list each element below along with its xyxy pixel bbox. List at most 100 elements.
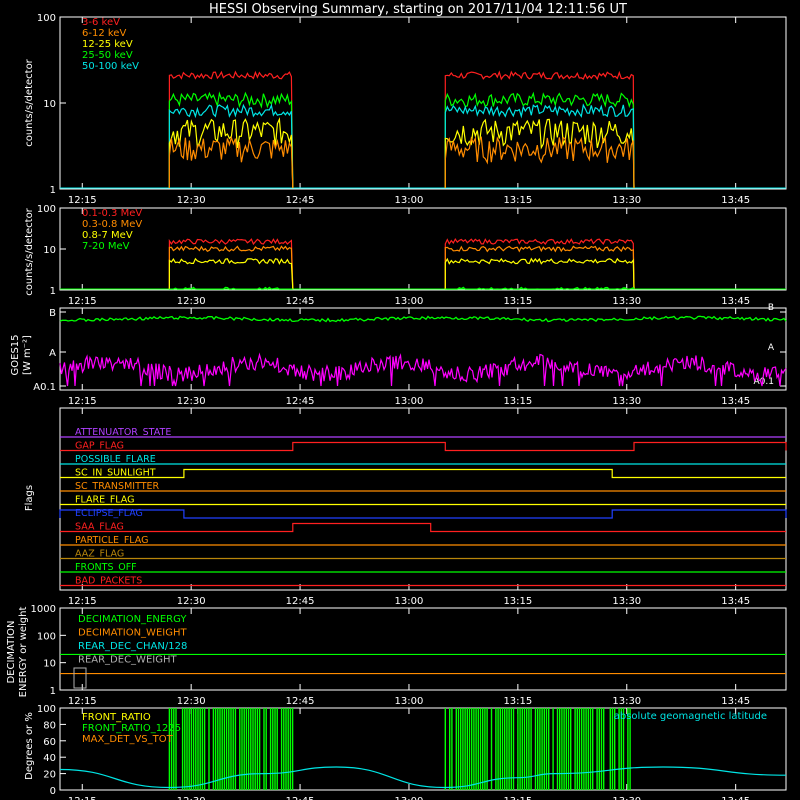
y-tick-label: 10 [43, 245, 56, 256]
series-line [168, 103, 294, 189]
x-tick-label: 13:00 [395, 195, 424, 206]
legend-entry: 0.1-0.3 MeV [82, 208, 142, 219]
x-tick-label: 13:00 [395, 296, 424, 307]
legend-entry: absolute geomagnetic latitude [614, 711, 767, 722]
legend-entry: REAR_DEC_WEIGHT [78, 655, 177, 666]
flag-line [60, 441, 787, 452]
x-tick-label: 13:45 [721, 195, 750, 206]
legend-entry: SAA_FLAG [75, 522, 124, 533]
legend-entry: 0.8-7 MeV [82, 230, 133, 241]
series-line [168, 135, 294, 189]
legend-entry: FRONT_RATIO [82, 712, 151, 723]
x-tick-label: 12:15 [68, 596, 97, 607]
x-tick-label: 13:15 [503, 596, 532, 607]
y-tick-label: 1 [50, 185, 56, 196]
flag-line [60, 522, 786, 533]
y-axis-label-text: Flags [24, 485, 35, 511]
legend-entry: MAX_DET_VS_TOT [82, 734, 174, 745]
x-tick-label: 13:30 [612, 596, 641, 607]
series-line [59, 352, 787, 387]
y-tick-label: 60 [43, 737, 56, 748]
legend-entry: 3-6 keV [82, 17, 120, 28]
plot-canvas: HESSI Observing Summary, starting on 201… [6, 2, 787, 800]
y-axis-label-text: DECIMATION [6, 620, 17, 683]
x-tick-label: 12:45 [286, 396, 315, 407]
y-axis-label-5: Degrees or % [24, 712, 35, 780]
y-tick-label: B [768, 303, 774, 313]
legend-entry: ATTENUATOR_STATE [75, 427, 171, 438]
x-tick-label: 13:15 [503, 296, 532, 307]
y-axis-label-text: Degrees or % [24, 712, 35, 780]
y-axis-label-3: Flags [24, 485, 35, 511]
series-line [444, 245, 635, 290]
y-tick-label: 10 [43, 659, 56, 670]
legend-entry: FLARE_FLAG [75, 495, 135, 506]
y-axis-label-2: GOES15 [W m⁻²] [10, 334, 33, 375]
rear-dec-marker [73, 667, 87, 689]
y-tick-label: 100 [37, 704, 56, 715]
x-tick-label: 12:15 [68, 396, 97, 407]
x-tick-label: 12:15 [68, 296, 97, 307]
series-line [444, 136, 635, 189]
series-line [444, 708, 631, 790]
x-tick-label: 12:30 [177, 596, 206, 607]
y-axis-label-1: counts/s/detector [24, 207, 35, 295]
x-tick-label: 13:00 [395, 596, 424, 607]
y-axis-label-text: [W m⁻²] [22, 335, 33, 375]
y-tick-label: 100 [37, 13, 56, 24]
y-tick-label: 100 [37, 204, 56, 215]
x-tick-label: 12:30 [177, 396, 206, 407]
x-tick-label: 13:45 [721, 296, 750, 307]
y-tick-label: B [49, 308, 56, 319]
y-axis-label-4: DECIMATION ENERGY or weight [6, 607, 29, 698]
flag-line [60, 468, 786, 479]
legend-entry: 25-50 keV [82, 50, 133, 61]
y-tick-label: 10 [43, 99, 56, 110]
series-line [168, 70, 294, 189]
x-tick-label: 12:45 [286, 195, 315, 206]
legend-entry: 7-20 MeV [82, 241, 130, 252]
legend-entry: 50-100 keV [82, 61, 139, 72]
series-line [168, 238, 294, 290]
y-tick-label: 80 [43, 720, 56, 731]
y-tick-label: 1 [50, 286, 56, 297]
x-tick-label: 12:30 [177, 195, 206, 206]
y-axis-label-0: counts/s/detector [24, 58, 35, 146]
x-tick-label: 13:30 [612, 396, 641, 407]
legend-entry: FRONTS_OFF [75, 562, 137, 573]
x-tick-label: 13:15 [503, 195, 532, 206]
x-tick-label: 12:30 [177, 296, 206, 307]
series-line [444, 118, 635, 189]
y-tick-label: A0.1 [33, 382, 56, 393]
legend-entry: GAP_FLAG [75, 441, 124, 452]
x-tick-label: 12:15 [68, 796, 97, 800]
legend-entry: DECIMATION_WEIGHT [78, 628, 187, 639]
x-tick-label: 13:45 [721, 796, 750, 800]
x-tick-label: 12:45 [286, 296, 315, 307]
series-line [168, 286, 293, 290]
legend-entry: 6-12 keV [82, 28, 126, 39]
x-tick-label: 12:45 [286, 596, 315, 607]
x-tick-label: 13:00 [395, 396, 424, 407]
x-tick-label: 13:15 [503, 696, 532, 707]
series-line [168, 245, 294, 290]
y-tick-label: A [49, 348, 56, 359]
y-tick-label: 1000 [31, 604, 56, 615]
legend-entry: PARTICLE_FLAG [75, 535, 148, 546]
legend-entry: DECIMATION_ENERGY [78, 614, 187, 625]
legend-entry: 0.3-0.8 MeV [82, 219, 142, 230]
legend-entry: BAD_PACKETS [75, 576, 142, 587]
x-tick-label: 13:00 [395, 696, 424, 707]
y-axis-label-text: counts/s/detector [24, 58, 35, 146]
legend-entry: SC_IN_SUNLIGHT [75, 468, 156, 479]
x-tick-label: 13:30 [612, 195, 641, 206]
legend-entry: 12-25 keV [82, 39, 133, 50]
series-line [168, 257, 294, 290]
flag-line [59, 509, 787, 519]
legend-entry: REAR_DEC_CHAN/128 [78, 641, 187, 652]
y-tick-label: A [768, 343, 775, 353]
y-axis-label-text: GOES15 [10, 334, 21, 375]
x-tick-label: 12:30 [177, 796, 206, 800]
series-line [168, 708, 294, 790]
legend-entry: SC_TRANSMITTER [75, 481, 160, 492]
